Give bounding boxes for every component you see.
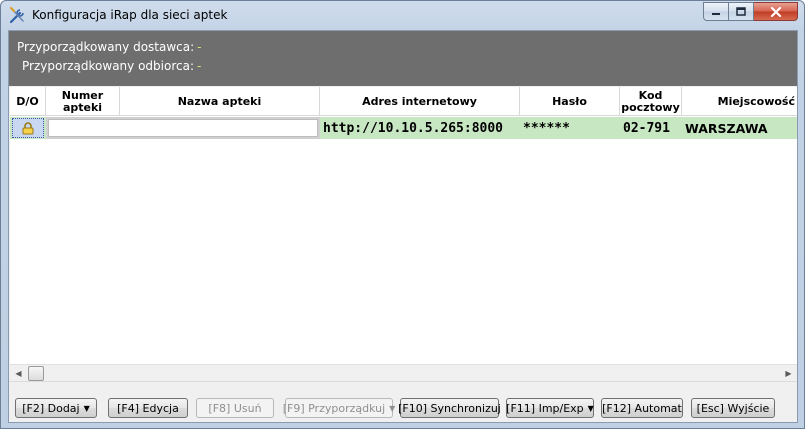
city-cell[interactable]: WARSZAWA — [685, 117, 768, 139]
imp-exp-button[interactable]: [F11] Imp/Exp ▼ — [506, 398, 594, 418]
tools-icon — [9, 7, 24, 24]
exit-button[interactable]: [Esc] Wyjście — [691, 398, 775, 418]
edit-button-label: [F4] Edycja — [117, 401, 179, 415]
column-header-do[interactable]: D/O — [10, 87, 46, 116]
window-title: Konfiguracja iRap dla sieci aptek — [32, 8, 228, 22]
assignment-info-panel: Przyporządkowany dostawca: - Przyporządko… — [9, 31, 797, 86]
imp-exp-button-label: [F11] Imp/Exp — [506, 401, 584, 415]
postal-code-cell[interactable]: 02-791 — [623, 117, 670, 139]
minimize-button[interactable] — [703, 2, 729, 21]
automat-button-label: [F12] Automat — [602, 401, 682, 415]
scroll-thumb[interactable] — [28, 366, 44, 381]
edit-button[interactable]: [F4] Edycja — [108, 398, 188, 418]
chevron-down-icon: ▼ — [587, 403, 594, 413]
supplier-value: - — [197, 40, 202, 54]
lock-icon — [22, 121, 34, 134]
do-cell[interactable] — [12, 118, 44, 138]
recipient-label: Przyporządkowany odbiorca: — [22, 59, 194, 73]
chevron-down-icon: ▼ — [83, 403, 90, 413]
add-button-label: [F2] Dodaj — [22, 401, 80, 415]
column-header-miejscowosc[interactable]: Miejscowość — [682, 87, 797, 116]
main-window: Konfiguracja iRap dla sieci aptek Przypo… — [0, 0, 805, 429]
delete-button[interactable]: [F8] Usuń — [196, 398, 274, 418]
column-header-nazwa-apteki[interactable]: Nazwa apteki — [120, 87, 320, 116]
horizontal-scrollbar[interactable]: ◀ ▶ — [10, 364, 797, 381]
automat-button[interactable]: [F12] Automat — [601, 398, 683, 418]
pharmacy-name-input[interactable] — [48, 119, 318, 137]
minimize-icon — [712, 12, 720, 15]
pharmacy-grid[interactable]: D/O Numer apteki Nazwa apteki Adres inte… — [10, 87, 797, 380]
scroll-left-icon[interactable]: ◀ — [10, 365, 27, 382]
supplier-line: Przyporządkowany dostawca: - — [17, 40, 202, 54]
recipient-line: Przyporządkowany odbiorca: - — [22, 59, 201, 73]
password-cell[interactable]: ****** — [523, 117, 570, 139]
scroll-right-icon[interactable]: ▶ — [780, 365, 797, 382]
close-button[interactable] — [754, 2, 798, 21]
column-header-haslo[interactable]: Hasło — [520, 87, 620, 116]
maximize-icon — [736, 7, 746, 16]
supplier-label: Przyporządkowany dostawca: — [17, 40, 195, 54]
assign-button[interactable]: [F9] Przyporządkuj ▼ — [282, 398, 396, 418]
column-header-kod[interactable]: Kod pocztowy — [620, 87, 682, 116]
table-row[interactable]: http://10.10.5.265:8000 ****** 02-791 WA… — [10, 117, 797, 139]
bottom-toolbar: [F2] Dodaj ▼ [F4] Edycja [F8] Usuń [F9] P… — [9, 381, 797, 422]
window-controls — [703, 2, 798, 21]
maximize-button[interactable] — [729, 2, 754, 21]
close-icon — [770, 6, 781, 17]
chevron-down-icon: ▼ — [389, 403, 396, 413]
sync-button-label: [F10] Synchronizuj — [398, 401, 501, 415]
delete-button-label: [F8] Usuń — [208, 401, 262, 415]
grid-header: D/O Numer apteki Nazwa apteki Adres inte… — [10, 87, 797, 116]
column-header-numer-apteki[interactable]: Numer apteki — [46, 87, 120, 116]
assign-button-label: [F9] Przyporządkuj — [282, 401, 386, 415]
client-area: Przyporządkowany dostawca: - Przyporządko… — [8, 30, 798, 423]
pharmacy-name-editor[interactable] — [46, 117, 320, 139]
column-header-adres[interactable]: Adres internetowy — [320, 87, 520, 116]
exit-button-label: [Esc] Wyjście — [696, 401, 770, 415]
title-bar[interactable]: Konfiguracja iRap dla sieci aptek — [1, 1, 804, 30]
address-cell[interactable]: http://10.10.5.265:8000 — [323, 117, 503, 139]
add-button[interactable]: [F2] Dodaj ▼ — [15, 398, 97, 418]
sync-button[interactable]: [F10] Synchronizuj — [398, 398, 501, 418]
recipient-value: - — [197, 59, 202, 73]
